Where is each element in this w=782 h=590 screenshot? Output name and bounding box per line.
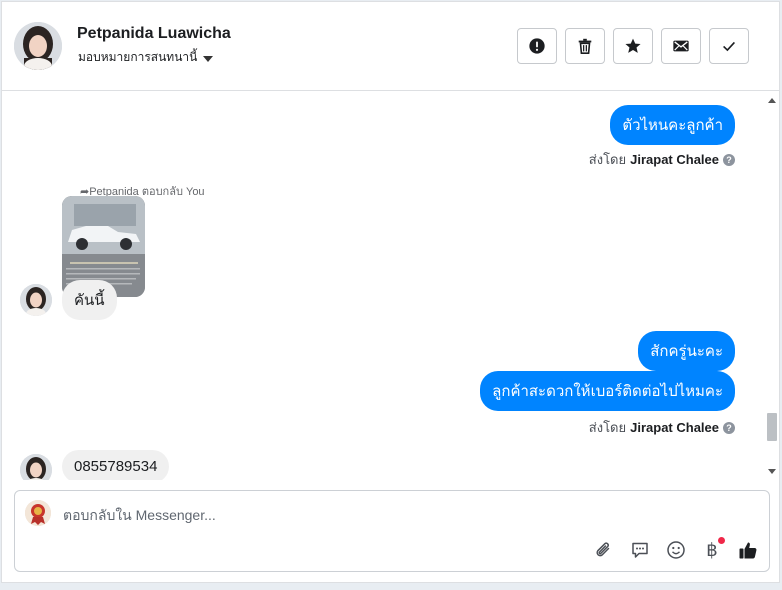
saved-replies-button[interactable]	[629, 539, 651, 561]
caret-down-icon	[203, 55, 214, 62]
delete-button[interactable]	[565, 28, 605, 64]
reply-composer: ฿	[14, 490, 770, 572]
payment-button[interactable]: ฿	[701, 537, 725, 561]
check-icon	[723, 41, 735, 52]
sent-by-label: ส่งโดย Jirapat Chalee ?	[589, 149, 735, 170]
sent-by-name: Jirapat Chalee	[630, 152, 719, 167]
thread-scrollbar[interactable]	[765, 92, 779, 480]
conversation-header: Petpanida Luawicha มอบหมายการสนทนานี้	[2, 2, 779, 91]
star-button[interactable]	[613, 28, 653, 64]
outgoing-message[interactable]: ลูกค้าสะดวกให้เบอร์ติดต่อไปไหมคะ	[480, 371, 735, 411]
header-actions	[517, 28, 749, 64]
alert-circle-icon	[529, 38, 545, 54]
trash-icon	[578, 38, 592, 55]
chat-bubble-icon	[632, 542, 648, 558]
mark-done-button[interactable]	[709, 28, 749, 64]
message-thread[interactable]: ตัวไหนคะลูกค้า ส่งโดย Jirapat Chalee ? ➦…	[2, 92, 779, 480]
incoming-message[interactable]: 0855789534	[62, 450, 170, 480]
notification-dot	[718, 537, 725, 544]
contact-avatar-small[interactable]	[20, 454, 52, 480]
sent-by-name: Jirapat Chalee	[630, 420, 719, 435]
contact-avatar-small[interactable]	[20, 284, 52, 316]
sent-by-prefix: ส่งโดย	[588, 420, 627, 435]
emoji-icon	[667, 541, 685, 559]
help-icon[interactable]: ?	[723, 153, 735, 166]
inbox-conversation-panel: Petpanida Luawicha มอบหมายการสนทนานี้ ตั…	[1, 1, 780, 583]
scroll-up-arrow-icon[interactable]	[768, 98, 776, 103]
help-icon[interactable]: ?	[723, 421, 735, 434]
baht-icon: ฿	[706, 539, 718, 561]
thumbs-up-icon	[739, 542, 757, 559]
outgoing-message[interactable]: สักครู่นะคะ	[638, 331, 735, 371]
scroll-down-arrow-icon[interactable]	[768, 469, 776, 474]
scrollbar-thumb[interactable]	[767, 413, 777, 441]
mark-spam-button[interactable]	[517, 28, 557, 64]
envelope-icon	[673, 40, 689, 52]
page-avatar	[25, 500, 51, 526]
incoming-message[interactable]: คันนี้	[62, 280, 117, 320]
attach-button[interactable]	[593, 539, 615, 561]
contact-name[interactable]: Petpanida Luawicha	[77, 25, 231, 43]
reply-input[interactable]	[63, 505, 713, 525]
contact-avatar[interactable]	[14, 22, 62, 70]
outgoing-message[interactable]: ตัวไหนคะลูกค้า	[610, 105, 735, 145]
paperclip-icon	[596, 542, 610, 557]
star-icon	[625, 38, 641, 53]
like-button[interactable]	[737, 539, 759, 561]
emoji-button[interactable]	[665, 539, 687, 561]
assign-label: มอบหมายการสนทนานี้	[78, 50, 198, 64]
sent-by-label: ส่งโดย Jirapat Chalee ?	[589, 417, 735, 438]
sent-by-prefix: ส่งโดย	[588, 152, 627, 167]
mark-unread-button[interactable]	[661, 28, 701, 64]
assign-conversation-dropdown[interactable]: มอบหมายการสนทนานี้	[78, 48, 214, 67]
composer-tools: ฿	[593, 537, 759, 561]
